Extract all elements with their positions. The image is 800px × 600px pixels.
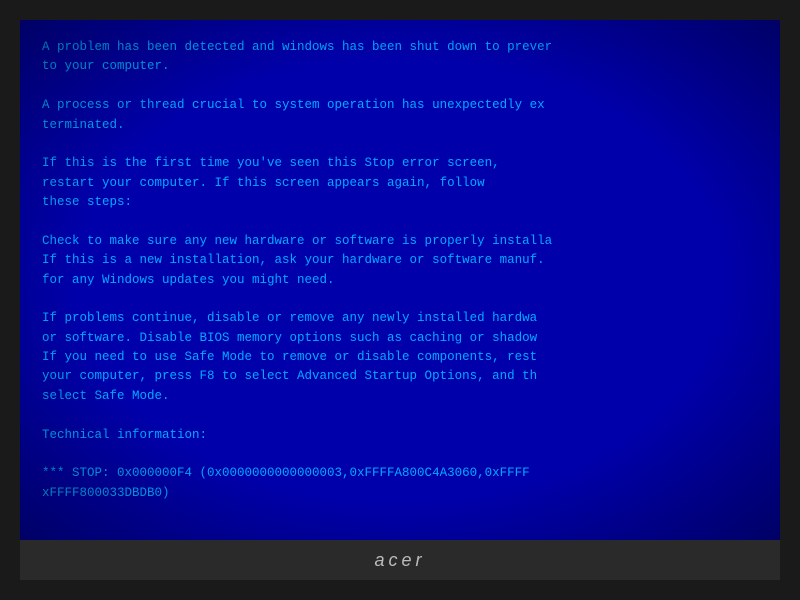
bsod-line11: Check to make sure any new hardware or s…	[42, 234, 552, 248]
bsod-line24: xFFFF800033DBDB0)	[42, 486, 170, 500]
monitor: A problem has been detected and windows …	[0, 0, 800, 600]
bsod-line2: to your computer.	[42, 59, 170, 73]
bsod-line21: Technical information:	[42, 428, 207, 442]
bsod-line13: for any Windows updates you might need.	[42, 273, 335, 287]
bsod-line5: terminated.	[42, 118, 125, 132]
bsod-content: A problem has been detected and windows …	[42, 38, 758, 540]
brand-bar: acer	[20, 540, 780, 580]
bsod-line12: If this is a new installation, ask your …	[42, 253, 545, 267]
brand-label: acer	[374, 550, 425, 571]
bsod-screen: A problem has been detected and windows …	[20, 20, 780, 540]
bsod-line23: *** STOP: 0x000000F4 (0x0000000000000003…	[42, 466, 530, 480]
bsod-line7: If this is the first time you've seen th…	[42, 156, 500, 170]
bsod-line16: or software. Disable BIOS memory options…	[42, 331, 537, 345]
bsod-line8: restart your computer. If this screen ap…	[42, 176, 485, 190]
bsod-line19: select Safe Mode.	[42, 389, 170, 403]
bsod-line17: If you need to use Safe Mode to remove o…	[42, 350, 537, 364]
bsod-line9: these steps:	[42, 195, 132, 209]
bsod-line18: your computer, press F8 to select Advanc…	[42, 369, 537, 383]
bsod-line15: If problems continue, disable or remove …	[42, 311, 537, 325]
bsod-line4: A process or thread crucial to system op…	[42, 98, 545, 112]
bsod-line1: A problem has been detected and windows …	[42, 40, 552, 54]
